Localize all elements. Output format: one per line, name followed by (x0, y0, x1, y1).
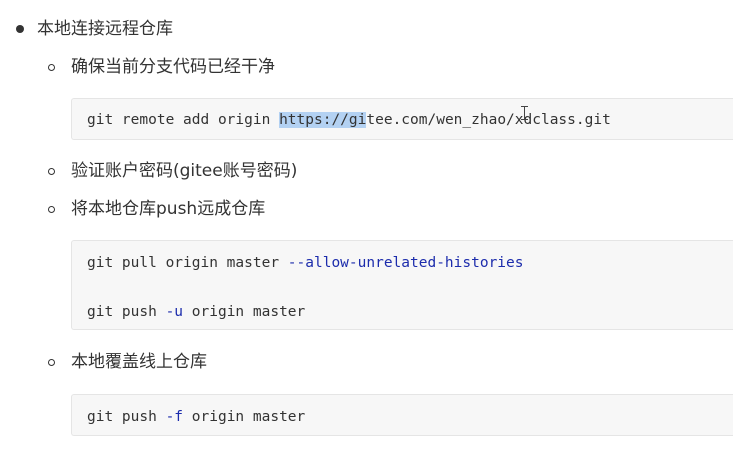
code-text: git push (87, 304, 166, 320)
code-flag: -u (165, 304, 184, 320)
text-cursor-icon (521, 106, 529, 120)
code-text: origin master (183, 409, 306, 425)
code-block-remote-add[interactable]: git remote add origin https://gitee.com/… (71, 98, 733, 140)
sub-item-verify-account: 验证账户密码(gitee账号密码) (71, 161, 298, 181)
list-item-top: 本地连接远程仓库 (37, 19, 173, 39)
code-text: git remote add origin (87, 112, 280, 128)
code-text: tee.com/wen_zhao/xdclass.git (366, 112, 611, 128)
code-line[interactable]: git remote add origin https://gitee.com/… (87, 110, 611, 130)
code-text: origin master (183, 304, 306, 320)
code-text: git push (87, 409, 166, 425)
bullet-circle-icon (48, 359, 55, 366)
code-text: git pull origin master (87, 255, 288, 271)
bullet-circle-icon (48, 206, 55, 213)
selected-text: https://gi (279, 112, 367, 128)
code-line[interactable]: git pull origin master --allow-unrelated… (87, 253, 524, 273)
sub-item-push-remote: 将本地仓库push远成仓库 (71, 199, 266, 219)
code-line[interactable]: git push -u origin master (87, 302, 305, 322)
code-flag: -f (165, 409, 184, 425)
bullet-circle-icon (48, 64, 55, 71)
code-block-force-push[interactable]: git push -f origin master (71, 394, 733, 436)
code-block-pull-push[interactable]: git pull origin master --allow-unrelated… (71, 240, 733, 330)
bullet-circle-icon (48, 168, 55, 175)
sub-item-clean-branch: 确保当前分支代码已经干净 (71, 57, 275, 77)
sub-item-force-overwrite: 本地覆盖线上仓库 (71, 352, 207, 372)
bullet-disc-icon (16, 25, 24, 33)
code-line[interactable]: git push -f origin master (87, 407, 305, 427)
code-flag: --allow-unrelated-histories (287, 255, 524, 271)
